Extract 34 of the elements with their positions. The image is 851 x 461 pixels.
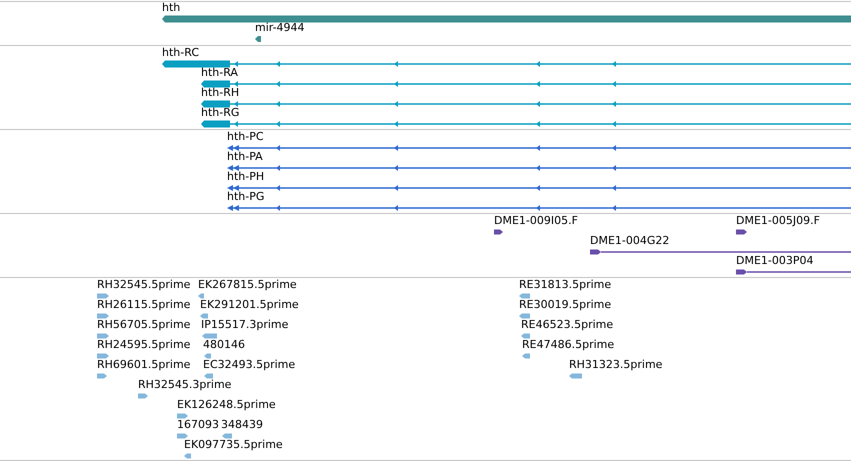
feature-label: mir-4944 bbox=[255, 21, 305, 34]
feature-label: RE46523.5prime bbox=[521, 318, 614, 331]
feature-label: hth-PC bbox=[227, 130, 264, 143]
feature-label: RH24595.5prime bbox=[97, 338, 190, 351]
feature-label: RH32545.5prime bbox=[97, 278, 190, 291]
feature-label: hth bbox=[162, 1, 180, 14]
feature-label: RE47486.5prime bbox=[522, 338, 614, 351]
feature-label: RH26115.5prime bbox=[97, 298, 190, 311]
feature-label: hth-RG bbox=[201, 106, 240, 119]
feature-label: EK097735.5prime bbox=[184, 438, 283, 451]
feature-label: RH56705.5prime bbox=[97, 318, 190, 331]
feature-label: IP15517.3prime bbox=[201, 318, 288, 331]
feature-label: 348439 bbox=[221, 418, 263, 431]
feature-label: hth-RH bbox=[201, 86, 240, 99]
feature-label: hth-PH bbox=[227, 170, 264, 183]
feature-label: hth-PA bbox=[227, 150, 263, 163]
feature-label: RH32545.3prime bbox=[138, 378, 232, 391]
feature-label: RH69601.5prime bbox=[97, 358, 190, 371]
feature-label: DME1-004G22 bbox=[590, 234, 670, 247]
feature-label: 167093 bbox=[177, 418, 219, 431]
feature-label: RE30019.5prime bbox=[519, 298, 612, 311]
feature-label: RH31323.5prime bbox=[569, 358, 662, 371]
feature-label: DME1-003P04 bbox=[736, 254, 814, 267]
feature-label: EK291201.5prime bbox=[200, 298, 299, 311]
feature-label: EK267815.5prime bbox=[198, 278, 297, 291]
feature-label: EK126248.5prime bbox=[177, 398, 276, 411]
feature-label: RE31813.5prime bbox=[519, 278, 612, 291]
feature-label: EC32493.5prime bbox=[203, 358, 296, 371]
feature-label: hth-PG bbox=[227, 190, 264, 203]
feature-label: hth-RA bbox=[201, 66, 238, 79]
feature-label: DME1-009I05.F bbox=[494, 214, 578, 227]
feature-label: hth-RC bbox=[162, 46, 200, 59]
feature-label: 480146 bbox=[203, 338, 245, 351]
feature-label: DME1-005J09.F bbox=[736, 214, 820, 227]
